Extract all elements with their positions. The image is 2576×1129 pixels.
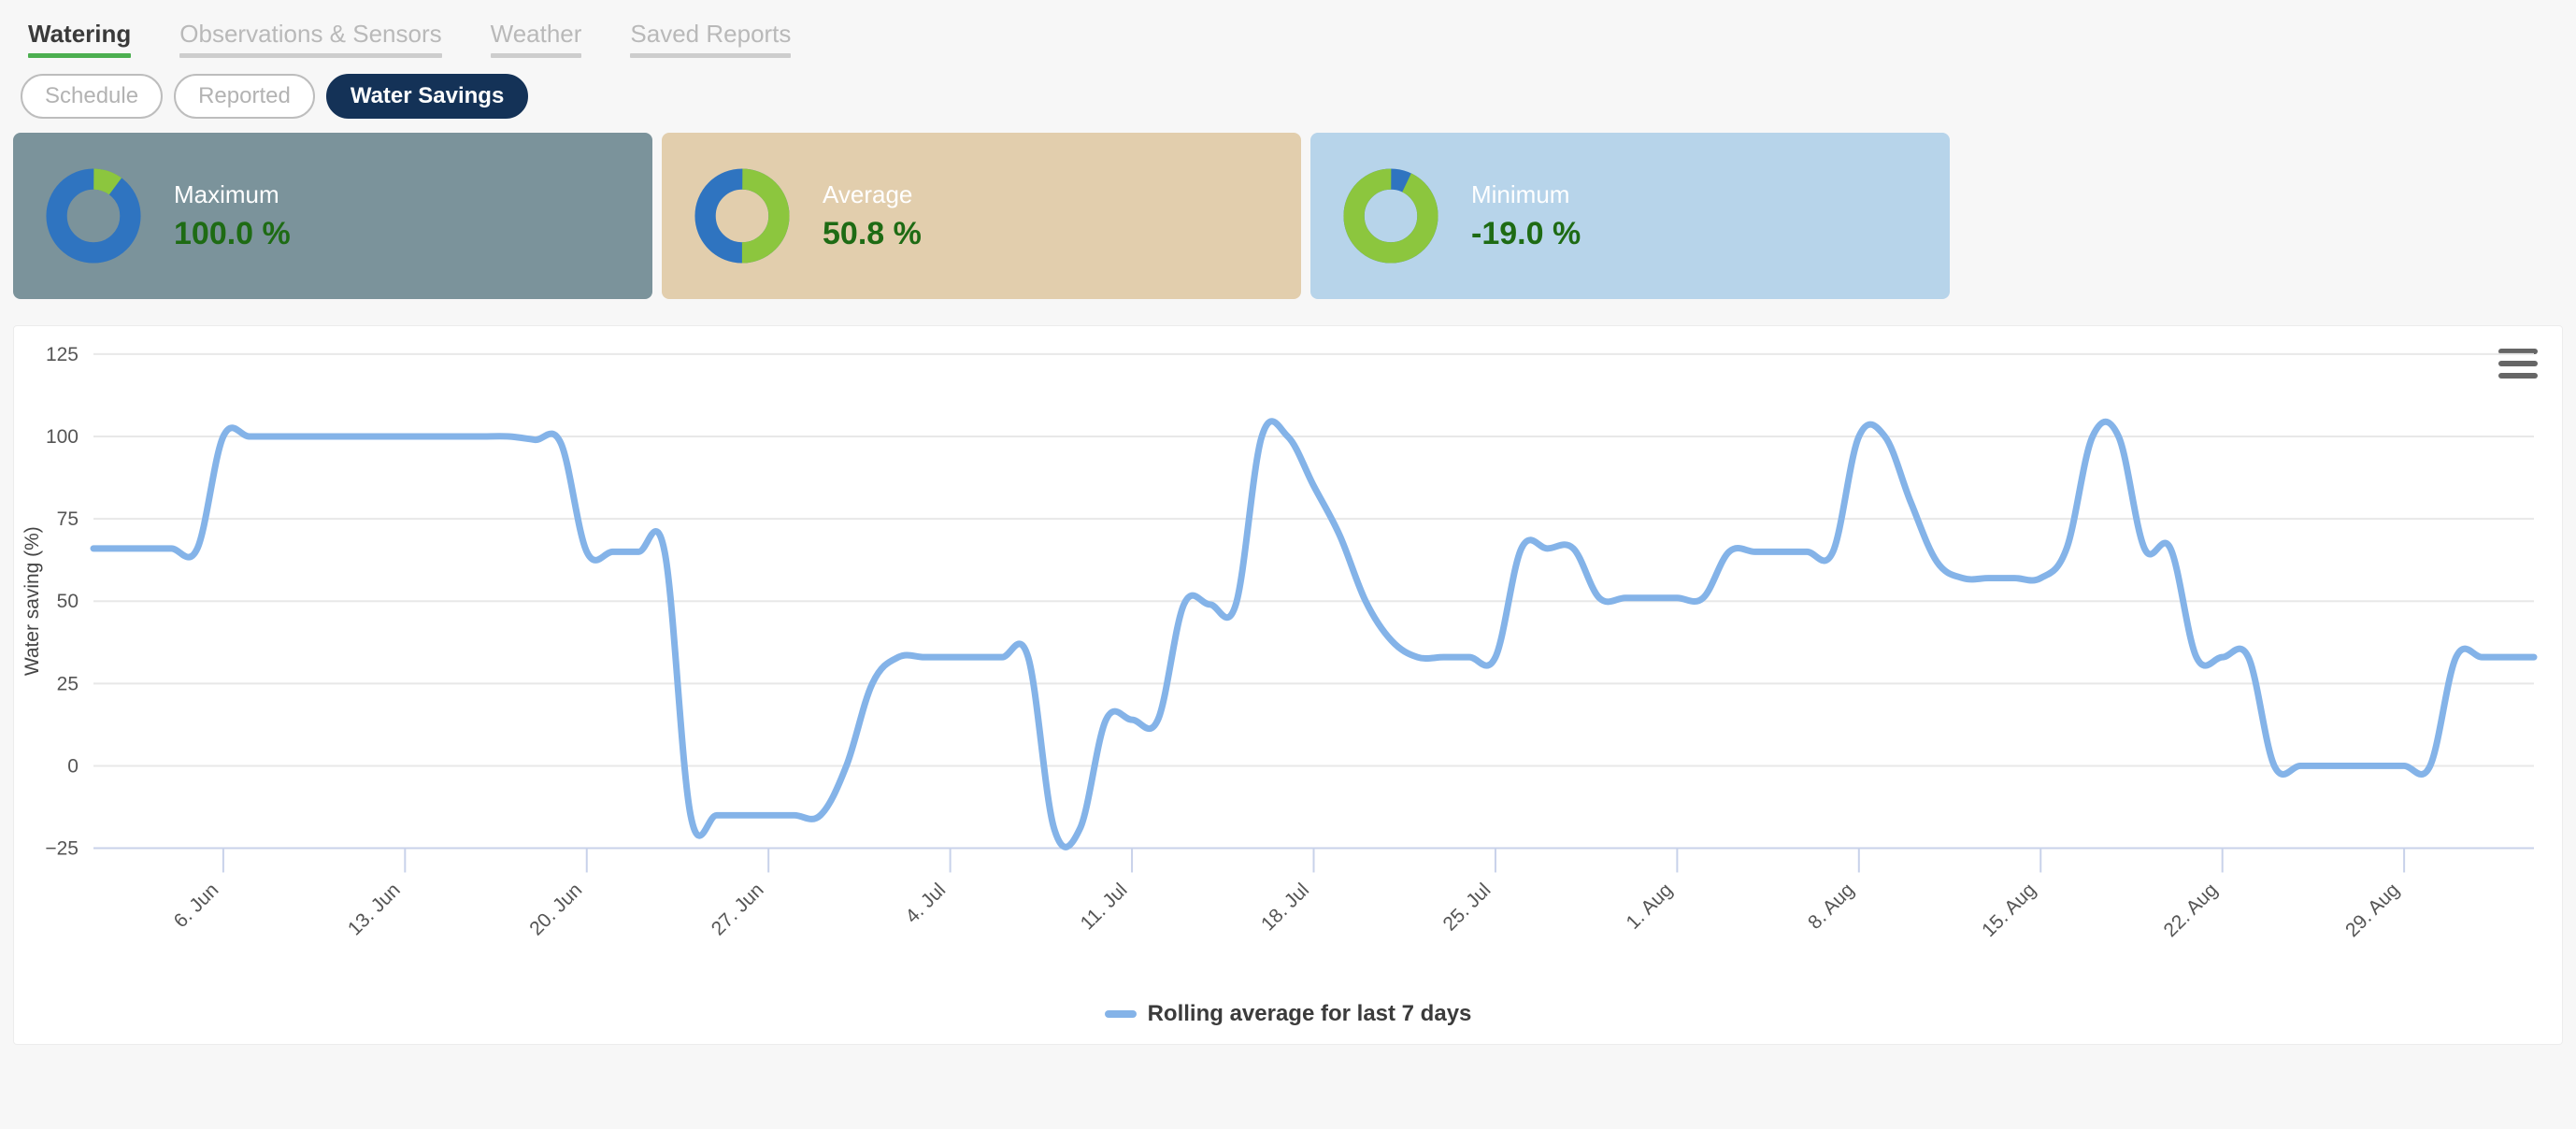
water-savings-chart-panel: 125 100 75 50 25 0 −25 6. Jun 13. Jun 20. Jun 27.…	[13, 325, 2563, 1045]
chart-y-axis-ticks: 125 100 75 50 25 0 −25	[45, 344, 79, 860]
svg-text:15. Aug: 15. Aug	[1978, 879, 2040, 941]
kpi-label-average: Average	[823, 180, 913, 208]
svg-text:50: 50	[57, 591, 79, 612]
svg-text:75: 75	[57, 508, 79, 530]
kpi-card-minimum-meta: Minimum -19.0 %	[1471, 181, 1581, 250]
pill-water-savings[interactable]: Water Savings	[325, 74, 529, 119]
svg-text:25. Jul: 25. Jul	[1438, 879, 1495, 936]
kpi-label-maximum: Maximum	[174, 180, 279, 208]
tab-watering-label: Watering	[28, 20, 132, 48]
tab-observations-sensors-label: Observations & Sensors	[179, 20, 442, 48]
kpi-value-minimum: -19.0 %	[1471, 216, 1581, 251]
kpi-label-minimum: Minimum	[1471, 180, 1570, 208]
tab-saved-reports[interactable]: Saved Reports	[606, 20, 815, 58]
svg-text:13. Jun: 13. Jun	[344, 879, 405, 940]
svg-text:11. Jul: 11. Jul	[1077, 879, 1132, 935]
line-chart-svg[interactable]: 125 100 75 50 25 0 −25 6. Jun 13. Jun 20. Jun 27.…	[14, 326, 2562, 1044]
kpi-card-minimum[interactable]: Minimum -19.0 %	[1310, 133, 1950, 299]
tab-watering-underline	[28, 53, 132, 58]
kpi-value-average: 50.8 %	[823, 216, 922, 251]
kpi-value-maximum: 100.0 %	[174, 216, 291, 251]
donut-chart-minimum	[1343, 168, 1438, 264]
svg-text:25: 25	[57, 673, 79, 694]
kpi-card-average-meta: Average 50.8 %	[823, 181, 922, 250]
chart-plot-area: 125 100 75 50 25 0 −25 6. Jun 13. Jun 20. Jun 27.…	[14, 326, 2562, 1044]
svg-text:8. Aug: 8. Aug	[1804, 879, 1858, 934]
chart-x-axis-ticks: 6. Jun 13. Jun 20. Jun 27. Jun 4. Jul 11. Jul…	[170, 879, 2404, 941]
primary-tabbar: Watering Observations & Sensors Weather …	[0, 0, 2576, 58]
chart-legend[interactable]: Rolling average for last 7 days	[14, 1001, 2562, 1027]
svg-text:4. Jul: 4. Jul	[901, 879, 950, 928]
svg-text:100: 100	[46, 426, 79, 448]
tab-watering[interactable]: Watering	[21, 20, 155, 58]
pill-schedule[interactable]: Schedule	[21, 74, 164, 119]
donut-chart-maximum	[46, 168, 141, 264]
kpi-card-maximum-meta: Maximum 100.0 %	[174, 181, 291, 250]
svg-text:22. Aug: 22. Aug	[2160, 879, 2223, 941]
tab-observations-sensors-underline	[179, 53, 442, 58]
sub-tab-pill-row: Schedule Reported Water Savings	[0, 58, 2576, 120]
svg-text:−25: −25	[45, 838, 79, 860]
chart-series-rolling-average	[90, 418, 2538, 850]
svg-text:1. Aug: 1. Aug	[1623, 879, 1677, 934]
legend-color-swatch	[1104, 1010, 1137, 1018]
chart-y-axis-label: Water saving (%)	[21, 526, 43, 676]
svg-text:29. Aug: 29. Aug	[2341, 879, 2404, 941]
tab-observations-sensors[interactable]: Observations & Sensors	[155, 20, 465, 58]
svg-text:6. Jun: 6. Jun	[170, 879, 223, 933]
svg-text:18. Jul: 18. Jul	[1257, 879, 1313, 936]
pill-reported[interactable]: Reported	[174, 74, 315, 119]
tab-saved-reports-label: Saved Reports	[630, 20, 792, 48]
kpi-card-maximum[interactable]: Maximum 100.0 %	[13, 133, 652, 299]
tab-weather[interactable]: Weather	[466, 20, 607, 58]
chart-x-axis	[93, 847, 2534, 873]
tab-saved-reports-underline	[630, 53, 792, 58]
svg-text:27. Jun: 27. Jun	[708, 879, 768, 940]
svg-text:20. Jun: 20. Jun	[525, 879, 586, 940]
svg-text:125: 125	[46, 344, 79, 365]
tab-weather-label: Weather	[490, 20, 582, 48]
kpi-card-row: Maximum 100.0 % Average 50.8 % Minimum -…	[0, 120, 2576, 307]
legend-label: Rolling average for last 7 days	[1147, 1001, 1472, 1026]
svg-text:0: 0	[67, 755, 79, 777]
donut-chart-average	[694, 168, 790, 264]
tab-weather-underline	[490, 53, 582, 58]
chart-gridlines	[93, 352, 2534, 850]
kpi-card-average[interactable]: Average 50.8 %	[662, 133, 1301, 299]
